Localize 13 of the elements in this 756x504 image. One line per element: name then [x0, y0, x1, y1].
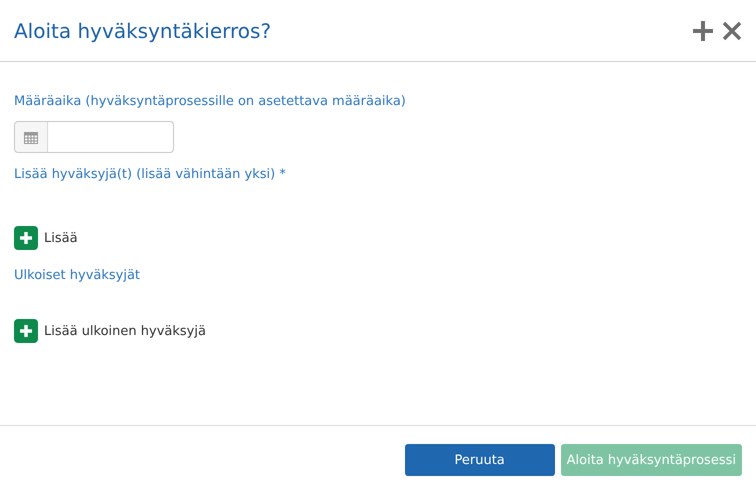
- plus-icon: [14, 319, 38, 343]
- external-approvers-label: Ulkoiset hyväksyjät: [14, 268, 140, 283]
- calendar-icon: [24, 130, 38, 144]
- close-icon[interactable]: [722, 20, 742, 40]
- date-field[interactable]: [14, 121, 174, 153]
- deadline-label: Määräaika (hyväksyntäprosessille on asetettava määräaika): [14, 94, 406, 109]
- add-icon[interactable]: [692, 20, 714, 42]
- dialog-title: Aloita hyväksyntäkierros?: [14, 18, 272, 42]
- approvers-label: Lisää hyväksyjä(t) (lisää vähintään yksi) *: [14, 167, 286, 182]
- add-approver-button[interactable]: Lisää: [14, 226, 78, 250]
- cancel-button[interactable]: Peruuta: [404, 444, 555, 476]
- add-external-approver-button[interactable]: Lisää ulkoinen hyväksyjä: [14, 319, 206, 343]
- plus-icon: [14, 226, 38, 250]
